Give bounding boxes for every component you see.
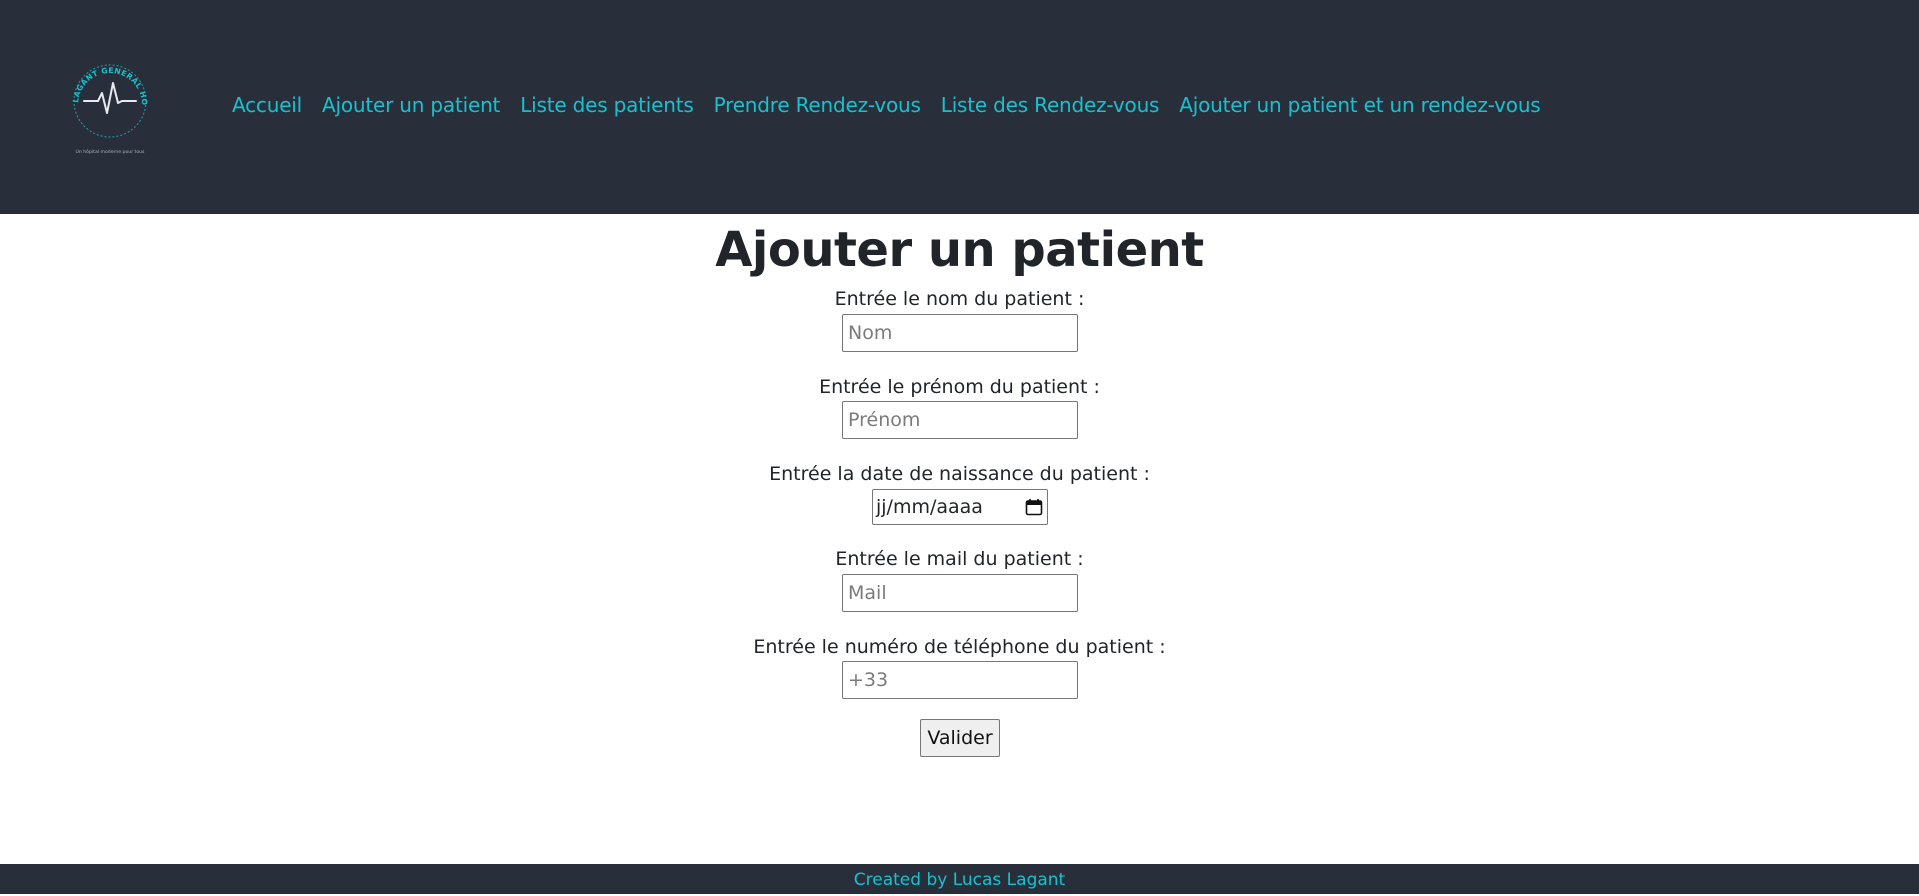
prenom-input[interactable] [842,401,1078,439]
heartbeat-icon [83,82,137,114]
valider-button[interactable]: Valider [920,719,1000,757]
nav-item-liste-patients[interactable]: Liste des patients [520,88,694,122]
site-footer: Created by Lucas Lagant [0,864,1919,894]
footer-credit: Created by Lucas Lagant [853,870,1066,890]
page-title: Ajouter un patient [715,222,1204,278]
prenom-label: Entrée le prénom du patient : [819,376,1100,398]
date-input[interactable]: jj/mm/aaaa [872,489,1048,525]
telephone-input[interactable] [842,661,1078,699]
nav-item-prendre-rendez-vous[interactable]: Prendre Rendez-vous [714,88,921,122]
mail-label: Entrée le mail du patient : [835,548,1084,570]
logo-tagline: Un hôpital moderne pour tous [76,148,146,155]
site-header: LAGANT GENERAL HOSPITAL Un hôpital moder… [0,0,1919,214]
nom-label: Entrée le nom du patient : [834,288,1085,310]
calendar-icon[interactable] [1025,498,1043,516]
date-placeholder: jj/mm/aaaa [876,496,983,518]
nom-input[interactable] [842,314,1078,352]
nav-item-ajouter-patient-et-rendez-vous[interactable]: Ajouter un patient et un rendez-vous [1179,88,1540,122]
hospital-logo[interactable]: LAGANT GENERAL HOSPITAL Un hôpital moder… [64,55,156,163]
nav-item-accueil[interactable]: Accueil [232,88,302,122]
mail-input[interactable] [842,574,1078,612]
date-label: Entrée la date de naissance du patient : [769,463,1150,485]
telephone-label: Entrée le numéro de téléphone du patient… [753,636,1166,658]
nav-item-ajouter-patient[interactable]: Ajouter un patient [322,88,500,122]
svg-text:LAGANT GENERAL HOSPITAL: LAGANT GENERAL HOSPITAL [64,55,149,106]
nav-item-liste-rendez-vous[interactable]: Liste des Rendez-vous [941,88,1160,122]
main-nav: Accueil Ajouter un patient Liste des pat… [232,88,1541,122]
